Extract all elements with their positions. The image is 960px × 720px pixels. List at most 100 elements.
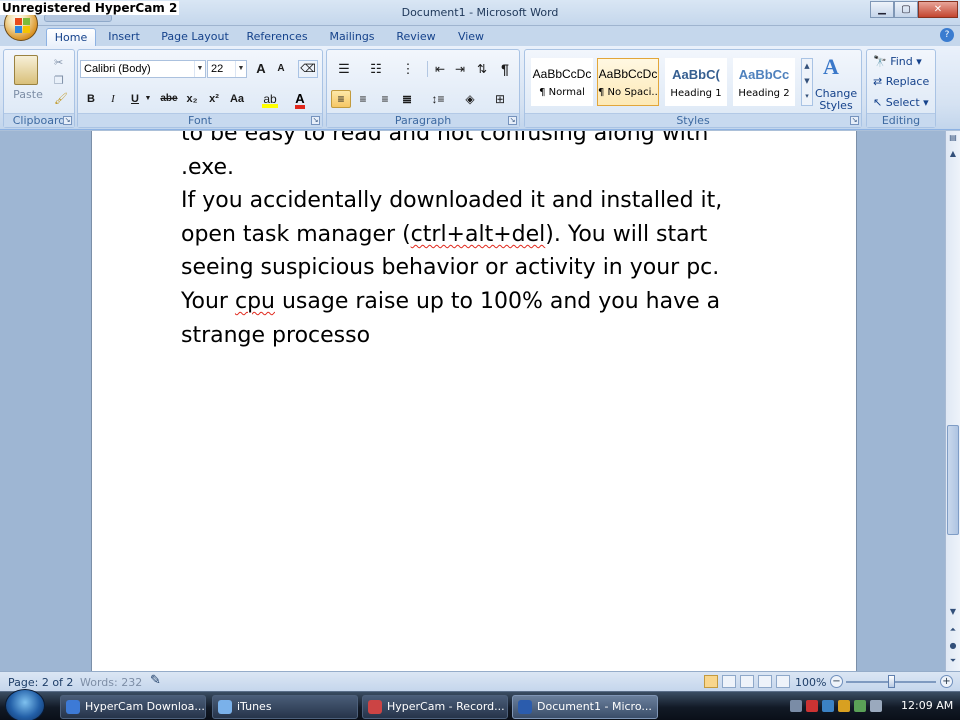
document-page[interactable]: to be easy to read and not confusing alo… [91, 131, 857, 671]
clipboard-launcher-icon[interactable]: ↘ [63, 116, 72, 125]
scroll-thumb[interactable] [947, 425, 959, 535]
tray-app-icon[interactable] [806, 700, 818, 712]
next-page-icon[interactable]: ⏷ [947, 656, 959, 666]
tab-page-layout[interactable]: Page Layout [156, 28, 234, 46]
numbering-button[interactable]: ☷ [363, 60, 389, 78]
taskbar-item-word[interactable]: Document1 - Micro... [512, 695, 658, 719]
justify-button[interactable]: ≣ [397, 90, 417, 108]
volume-icon[interactable] [870, 700, 882, 712]
close-button[interactable]: ✕ [918, 1, 958, 18]
tray-arrow-icon[interactable] [790, 700, 802, 712]
show-formatting-button[interactable]: ¶ [495, 60, 515, 78]
zoom-slider-thumb[interactable] [888, 675, 895, 688]
line-spacing-button[interactable]: ↕≡ [425, 90, 451, 108]
bullets-button[interactable]: ☰ [331, 60, 357, 78]
quick-access-toolbar[interactable] [44, 14, 112, 22]
font-size-select[interactable]: 22 ▼ [207, 60, 247, 78]
office-logo-icon-part [23, 26, 30, 33]
minimize-button[interactable]: ▁ [870, 1, 894, 18]
network-icon[interactable] [854, 700, 866, 712]
styles-scroll[interactable]: ▲ ▼ ▾ [801, 58, 813, 106]
paragraph-launcher-icon[interactable]: ↘ [508, 116, 517, 125]
spelling-error[interactable]: cpu [235, 289, 275, 314]
style-no-spacing[interactable]: AaBbCcDc ¶ No Spaci... [597, 58, 659, 106]
zoom-in-button[interactable]: + [940, 675, 953, 688]
styles-launcher-icon[interactable]: ↘ [850, 116, 859, 125]
highlighter-icon: ab [262, 92, 278, 108]
strikethrough-button[interactable]: abe [158, 90, 180, 108]
align-right-button[interactable]: ≡ [375, 90, 395, 108]
font-launcher-icon[interactable]: ↘ [311, 116, 320, 125]
taskbar-item-hypercam-download[interactable]: HyperCam Downloa... [60, 695, 206, 719]
scroll-up-icon[interactable]: ▲ [947, 149, 959, 158]
increase-indent-button[interactable]: ⇥ [451, 60, 469, 78]
start-button[interactable] [5, 689, 45, 720]
tab-review[interactable]: Review [392, 28, 440, 46]
tray-app-icon[interactable] [838, 700, 850, 712]
outline-icon[interactable] [758, 675, 772, 688]
select-button[interactable]: ↖ Select ▾ [873, 96, 935, 109]
tab-insert[interactable]: Insert [100, 28, 148, 46]
tab-view[interactable]: View [450, 28, 492, 46]
decrease-indent-button[interactable]: ⇤ [431, 60, 449, 78]
style-normal[interactable]: AaBbCcDc ¶ Normal [531, 58, 593, 106]
scroll-down-icon[interactable]: ▼ [947, 607, 959, 616]
multilevel-list-button[interactable]: ⋮ [395, 60, 421, 78]
cut-icon[interactable]: ✂ [54, 56, 63, 69]
copy-icon[interactable]: ❐ [54, 74, 64, 87]
previous-page-icon[interactable]: ⏶ [947, 625, 959, 635]
tray-app-icon[interactable] [822, 700, 834, 712]
find-button[interactable]: 🔭 Find ▾ [873, 55, 935, 68]
align-center-button[interactable]: ≡ [353, 90, 373, 108]
change-case-button[interactable]: Aa [226, 90, 248, 108]
style-heading-2[interactable]: AaBbCc Heading 2 [733, 58, 795, 106]
ruler-toggle-icon[interactable]: ▤ [947, 133, 959, 142]
italic-button[interactable]: I [104, 90, 122, 108]
tab-home[interactable]: Home [46, 28, 96, 46]
zoom-level[interactable]: 100% [795, 676, 826, 689]
help-icon[interactable]: ? [940, 28, 954, 42]
editing-label: Editing [867, 113, 935, 127]
chevron-down-icon[interactable]: ▼ [144, 90, 152, 108]
tab-references[interactable]: References [242, 28, 312, 46]
superscript-button[interactable]: x² [204, 90, 224, 108]
taskbar-item-hypercam[interactable]: HyperCam - Record... [362, 695, 508, 719]
clock[interactable]: 12:09 AM [901, 699, 953, 712]
font-name-value: Calibri (Body) [84, 63, 151, 75]
proofing-icon[interactable]: ✎ [150, 673, 161, 688]
replace-button[interactable]: ⇄ Replace [873, 75, 935, 88]
taskbar-item-itunes[interactable]: iTunes [212, 695, 358, 719]
full-screen-reading-icon[interactable] [722, 675, 736, 688]
subscript-button[interactable]: x₂ [182, 90, 202, 108]
web-layout-icon[interactable] [740, 675, 754, 688]
draft-icon[interactable] [776, 675, 790, 688]
style-heading-1[interactable]: AaBbC( Heading 1 [665, 58, 727, 106]
align-left-button[interactable]: ≡ [331, 90, 351, 108]
font-color-button[interactable]: A [290, 90, 310, 109]
format-painter-icon[interactable]: 🖌 [54, 92, 68, 105]
zoom-out-button[interactable]: − [830, 675, 843, 688]
bold-button[interactable]: B [82, 90, 100, 108]
tab-mailings[interactable]: Mailings [322, 28, 382, 46]
page-count[interactable]: Page: 2 of 2 [8, 676, 73, 689]
highlight-color-button[interactable]: ab [258, 90, 282, 108]
font-name-select[interactable]: Calibri (Body) ▼ [80, 60, 206, 78]
sort-button[interactable]: ⇅ [473, 60, 491, 78]
browse-object-icon[interactable]: ● [947, 641, 959, 650]
borders-button[interactable]: ⊞ [487, 90, 513, 108]
vertical-scrollbar[interactable]: ▤ ▲ ▼ ⏶ ● ⏷ [945, 131, 960, 671]
shading-button[interactable]: ◈ [457, 90, 483, 108]
maximize-button[interactable]: ▢ [894, 1, 918, 18]
print-layout-icon[interactable] [704, 675, 718, 688]
spelling-error[interactable]: ctrl+alt+del [411, 222, 546, 247]
shrink-font-button[interactable]: A [272, 60, 290, 78]
grow-font-button[interactable]: A [252, 60, 270, 78]
word-count[interactable]: Words: 232 [80, 676, 142, 689]
binoculars-icon: 🔭 [873, 55, 887, 68]
change-styles-button[interactable]: Change Styles [815, 88, 857, 112]
status-bar: Page: 2 of 2 Words: 232 ✎ 100% − + [0, 671, 960, 691]
underline-button[interactable]: U [126, 90, 144, 108]
document-body[interactable]: to be easy to read and not confusing alo… [181, 131, 751, 352]
paste-button[interactable]: Paste [8, 88, 48, 101]
clear-formatting-button[interactable]: ⌫ [298, 60, 318, 78]
